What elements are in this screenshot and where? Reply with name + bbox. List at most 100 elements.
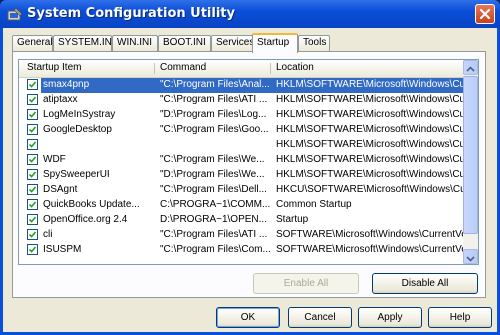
close-button[interactable]	[475, 4, 495, 24]
startup-item-command: C:\PROGRA~1\COMM...	[160, 199, 271, 210]
startup-item-command: "C:\Program Files\Com...	[160, 244, 271, 255]
startup-item-command: "D:\Program Files\Log...	[160, 109, 267, 120]
checkmark-icon	[29, 186, 36, 193]
startup-item-command: "C:\Program Files\We...	[160, 154, 265, 165]
scroll-thumb[interactable]	[463, 76, 478, 234]
column-header-command[interactable]: Command	[160, 62, 206, 73]
startup-item-name: ISUSPM	[43, 244, 82, 255]
startup-item-location: Startup	[276, 214, 309, 225]
vertical-scrollbar[interactable]	[463, 60, 478, 264]
table-row[interactable]: atiptaxx "C:\Program Files\ATI ... HKLM\…	[19, 93, 467, 108]
startup-item-name: DSAgnt	[43, 184, 78, 195]
tab-win-ini[interactable]: WIN.INI	[112, 35, 158, 51]
cancel-button[interactable]: Cancel	[288, 307, 352, 328]
column-divider[interactable]	[154, 63, 155, 74]
checkmark-icon	[29, 216, 36, 223]
startup-item-command: "C:\Program Files\Goo...	[160, 124, 269, 135]
startup-item-command: "C:\Program Files\Dell...	[160, 184, 267, 195]
checkmark-icon	[29, 126, 36, 133]
checkmark-icon	[29, 171, 36, 178]
startup-item-name: LogMeInSystray	[43, 109, 116, 120]
tab-startup[interactable]: Startup	[252, 33, 298, 53]
table-row[interactable]: smax4pnp "C:\Program Files\Anal... HKLM\…	[19, 78, 467, 93]
table-row[interactable]: cli "C:\Program Files\ATI ... SOFTWARE\M…	[19, 228, 467, 243]
startup-item-name: atiptaxx	[43, 94, 78, 105]
close-icon	[479, 8, 491, 20]
table-row[interactable]: GoogleDesktop "C:\Program Files\Goo... H…	[19, 123, 467, 138]
startup-item-location: Common Startup	[276, 199, 352, 210]
startup-item-checkbox[interactable]	[27, 79, 38, 90]
startup-item-name: QuickBooks Update...	[43, 199, 140, 210]
startup-item-checkbox[interactable]	[27, 229, 38, 240]
startup-item-command: D:\PROGRA~1\OPEN...	[160, 214, 267, 225]
startup-item-location: HKLM\SOFTWARE\Microsoft\Windows\CurrentV…	[276, 169, 467, 180]
column-header-location[interactable]: Location	[276, 62, 314, 73]
startup-item-checkbox[interactable]	[27, 124, 38, 135]
startup-item-location: HKLM\SOFTWARE\Microsoft\Windows\CurrentV…	[276, 124, 467, 135]
help-button[interactable]: Help	[428, 307, 492, 328]
scroll-down-button[interactable]	[463, 249, 478, 264]
startup-item-command: "D:\Program Files\We...	[160, 169, 265, 180]
startup-item-command: "C:\Program Files\Anal...	[156, 78, 272, 93]
tab-system-ini[interactable]: SYSTEM.INI	[53, 35, 115, 51]
checkmark-icon	[29, 201, 36, 208]
checkmark-icon	[29, 111, 36, 118]
startup-item-checkbox[interactable]	[27, 244, 38, 255]
startup-item-location: HKLM\SOFTWARE\Microsoft\Windows\CurrentV…	[276, 139, 467, 150]
startup-item-checkbox[interactable]	[27, 94, 38, 105]
apply-button[interactable]: Apply	[358, 307, 422, 328]
startup-item-name	[41, 138, 157, 153]
startup-item-location: SOFTWARE\Microsoft\Windows\CurrentVersio…	[276, 244, 467, 255]
startup-item-location: HKLM\SOFTWARE\Microsoft\Windows\CurrentV…	[276, 109, 467, 120]
startup-item-checkbox[interactable]	[27, 169, 38, 180]
tab-general[interactable]: General	[12, 35, 53, 51]
startup-item-checkbox[interactable]	[27, 109, 38, 120]
startup-item-name: smax4pnp	[41, 78, 157, 93]
title-bar[interactable]: System Configuration Utility	[0, 0, 500, 28]
window-title: System Configuration Utility	[27, 6, 235, 21]
startup-item-checkbox[interactable]	[27, 139, 38, 150]
checkmark-icon	[29, 141, 36, 148]
table-row[interactable]: SpySweeperUI "D:\Program Files\We... HKL…	[19, 168, 467, 183]
system-config-icon	[7, 7, 23, 22]
startup-item-checkbox[interactable]	[27, 154, 38, 165]
tab-services[interactable]: Services	[211, 35, 254, 51]
checkmark-icon	[29, 156, 36, 163]
table-row[interactable]: OpenOffice.org 2.4 D:\PROGRA~1\OPEN... S…	[19, 213, 463, 228]
startup-item-command	[156, 138, 272, 153]
startup-item-location: HKCU\SOFTWARE\Microsoft\Windows\CurrentV…	[276, 184, 467, 195]
startup-item-name: cli	[43, 229, 53, 240]
startup-item-checkbox[interactable]	[27, 214, 38, 225]
startup-item-name: GoogleDesktop	[43, 124, 112, 135]
list-header: Startup Item Command Location	[19, 60, 463, 78]
checkmark-icon	[29, 96, 36, 103]
startup-item-checkbox[interactable]	[27, 199, 38, 210]
startup-item-checkbox[interactable]	[27, 184, 38, 195]
startup-item-location: SOFTWARE\Microsoft\Windows\CurrentVersio…	[276, 229, 467, 240]
arrow-down-icon	[466, 256, 475, 262]
tab-tools[interactable]: Tools	[298, 35, 330, 51]
startup-item-name: WDF	[43, 154, 66, 165]
ok-button[interactable]: OK	[216, 307, 280, 328]
scroll-up-button[interactable]	[463, 60, 478, 75]
table-row[interactable]: HKLM\SOFTWARE\Microsoft\Windows\CurrentV…	[19, 138, 467, 153]
checkmark-icon	[29, 246, 36, 253]
startup-item-location: HKLM\SOFTWARE\Microsoft\Windows\CurrentV…	[276, 154, 467, 165]
table-row[interactable]: WDF "C:\Program Files\We... HKLM\SOFTWAR…	[19, 153, 467, 168]
startup-item-command: "C:\Program Files\ATI ...	[160, 94, 268, 105]
column-divider[interactable]	[270, 63, 271, 74]
table-row[interactable]: QuickBooks Update... C:\PROGRA~1\COMM...…	[19, 198, 463, 213]
column-header-startup-item[interactable]: Startup Item	[27, 62, 81, 73]
enable-all-button[interactable]: Enable All	[253, 273, 359, 294]
disable-all-button[interactable]: Disable All	[372, 273, 478, 294]
checkmark-icon	[29, 231, 36, 238]
table-row[interactable]: ISUSPM "C:\Program Files\Com... SOFTWARE…	[19, 243, 467, 258]
table-row[interactable]: DSAgnt "C:\Program Files\Dell... HKCU\SO…	[19, 183, 467, 198]
checkmark-icon	[29, 81, 36, 88]
table-row[interactable]: LogMeInSystray "D:\Program Files\Log... …	[19, 108, 467, 123]
tab-boot-ini[interactable]: BOOT.INI	[158, 35, 211, 51]
arrow-up-icon	[466, 66, 475, 72]
startup-item-location: HKLM\SOFTWARE\Microsoft\Windows\CurrentV…	[272, 78, 467, 93]
startup-list[interactable]: Startup Item Command Location smax4pnp "…	[18, 59, 479, 265]
startup-item-name: SpySweeperUI	[43, 169, 110, 180]
